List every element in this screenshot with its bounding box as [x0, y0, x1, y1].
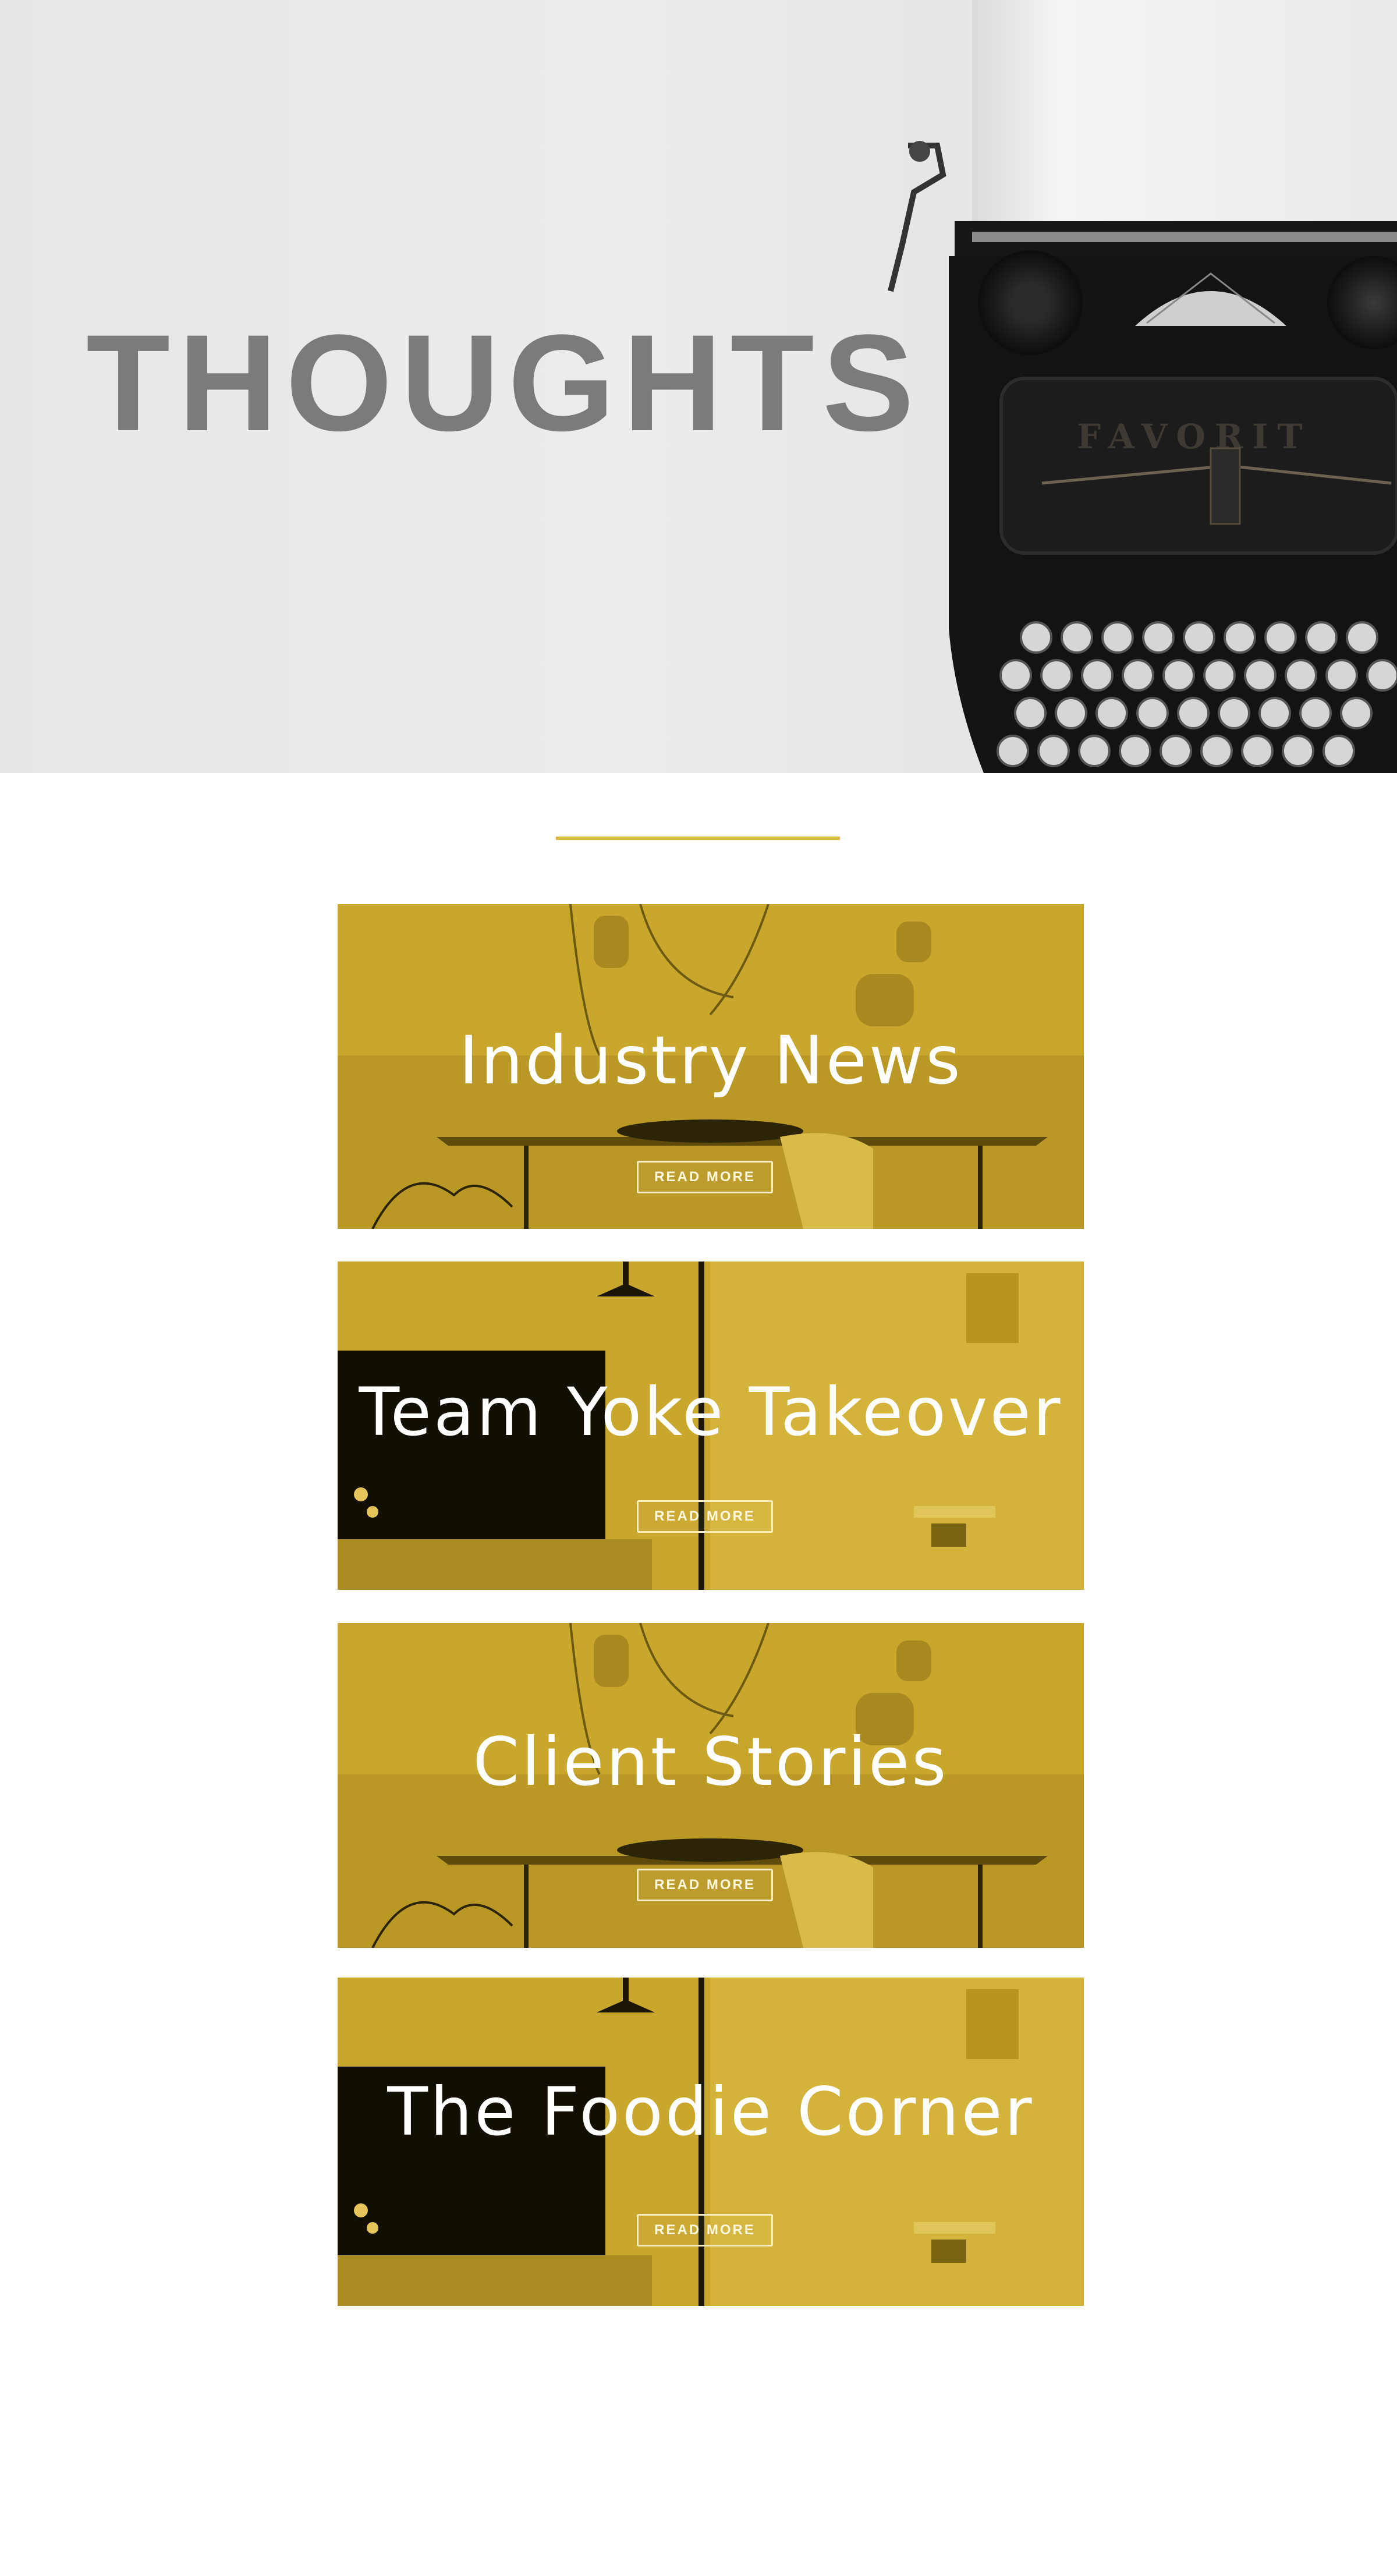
svg-text:FAVORIT: FAVORIT — [1077, 417, 1312, 456]
blog-category-card[interactable]: Team Yoke Takeover READ MORE — [338, 1262, 1084, 1590]
read-more-button[interactable]: READ MORE — [637, 1500, 773, 1533]
read-more-button[interactable]: READ MORE — [637, 2214, 773, 2247]
read-more-button[interactable]: READ MORE — [637, 1869, 773, 1901]
hero-banner: THOUGHTS FAVORIT — [0, 0, 1397, 773]
card-title: The Foodie Corner — [387, 2073, 1034, 2150]
blog-category-card[interactable]: The Foodie Corner READ MORE — [338, 1978, 1084, 2306]
section-divider — [556, 837, 840, 840]
typewriter-image: FAVORIT — [888, 0, 1397, 773]
read-more-button[interactable]: READ MORE — [637, 1161, 773, 1193]
card-title: Team Yoke Takeover — [359, 1373, 1063, 1451]
page-title: THOUGHTS — [86, 306, 923, 460]
blog-category-card[interactable]: Client Stories READ MORE — [338, 1623, 1084, 1948]
card-title: Client Stories — [473, 1723, 949, 1801]
blog-category-card[interactable]: Industry News READ MORE — [338, 904, 1084, 1229]
card-title: Industry News — [459, 1022, 963, 1099]
